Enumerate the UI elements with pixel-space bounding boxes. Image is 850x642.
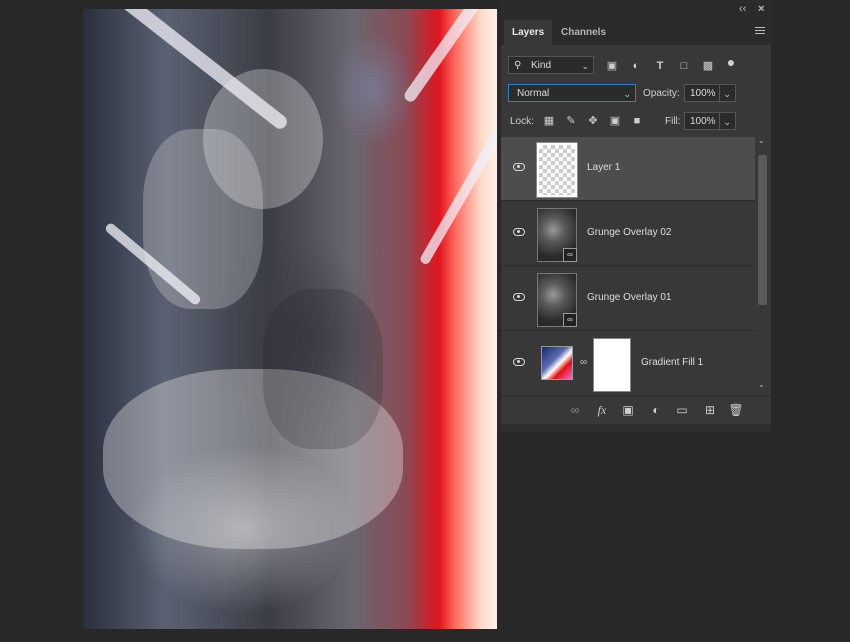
chevron-down-icon[interactable]: ⌄ (719, 85, 731, 103)
lock-position-icon[interactable]: ✥ (586, 114, 600, 128)
smart-object-icon: ∞ (563, 248, 577, 262)
visibility-eye-icon[interactable] (513, 358, 525, 366)
link-layers-icon[interactable]: ∞ (567, 403, 583, 417)
new-layer-icon[interactable]: ⊞ (702, 403, 718, 417)
shape-filter-icon[interactable]: □ (677, 59, 691, 73)
chevron-down-icon: ⌄ (581, 61, 589, 71)
layer-name: Layer 1 (587, 162, 621, 173)
fill-value: 100% (690, 116, 716, 127)
layers-footer: ∞ fx ▣ ◐ ▭ ⊞ 🗑 (501, 396, 771, 425)
layer-name: Grunge Overlay 02 (587, 227, 672, 238)
filter-kind-select[interactable]: ⚲ Kind ⌄ (508, 56, 594, 74)
blend-mode-value: Normal (517, 88, 550, 99)
layer-row[interactable]: ∞ Grunge Overlay 01 (501, 267, 755, 331)
adjustment-layer-icon[interactable]: ◐ (648, 403, 664, 417)
opacity-field[interactable]: 100% ⌄ (684, 84, 736, 103)
panel-menu-icon[interactable] (755, 27, 765, 36)
lock-label: Lock: (510, 116, 534, 127)
lock-all-icon[interactable]: ■ (630, 114, 644, 128)
gradient-fill-thumbnail[interactable] (541, 346, 573, 380)
image-filter-icon[interactable]: ▣ (605, 59, 619, 73)
panel-resize-bar[interactable] (501, 424, 771, 432)
particle-cloud (203, 69, 323, 209)
visibility-eye-icon[interactable] (513, 163, 525, 171)
visibility-eye-icon[interactable] (513, 228, 525, 236)
chevron-down-icon[interactable]: ⌄ (719, 113, 731, 131)
visibility-eye-icon[interactable] (513, 293, 525, 301)
chevron-down-icon: ⌄ (623, 89, 631, 99)
smart-object-icon: ∞ (563, 313, 577, 327)
new-group-icon[interactable]: ▭ (674, 403, 690, 417)
layer-name: Grunge Overlay 01 (587, 292, 672, 303)
layer-row[interactable]: Layer 1 (501, 137, 755, 201)
layer-thumbnail[interactable] (536, 142, 578, 198)
scroll-down-icon[interactable]: ⌄ (758, 380, 765, 389)
fx-icon[interactable]: fx (594, 403, 610, 418)
panel-titlebar: ‹‹ × (501, 0, 771, 20)
tab-channels[interactable]: Channels (553, 20, 614, 45)
layer-row[interactable]: ∞ Grunge Overlay 02 (501, 202, 755, 266)
lock-artboard-icon[interactable]: ▣ (608, 114, 622, 128)
opacity-value: 100% (690, 88, 716, 99)
search-icon: ⚲ (514, 60, 522, 71)
filter-kind-label: Kind (531, 60, 552, 71)
layers-panel: ‹‹ × Layers Channels ⚲ Kind ⌄ ▣ ◐ T □ ▩ … (501, 0, 771, 432)
layer-name: Gradient Fill 1 (641, 357, 704, 368)
fill-label: Fill: (665, 116, 681, 127)
type-filter-icon[interactable]: T (653, 59, 667, 73)
lock-transparent-pixels-icon[interactable]: ▦ (542, 114, 556, 128)
tab-layers[interactable]: Layers (504, 20, 553, 45)
smart-object-filter-icon[interactable]: ▩ (701, 59, 715, 73)
close-panel-icon[interactable]: × (758, 3, 764, 15)
filter-toggle-icon[interactable]: ● (724, 55, 738, 69)
link-icon[interactable]: ∞ (580, 357, 587, 368)
document-canvas[interactable] (83, 9, 497, 629)
fill-field[interactable]: 100% ⌄ (684, 112, 736, 131)
panel-tabs: Layers Channels (501, 20, 771, 45)
lock-image-pixels-icon[interactable]: ✎ (564, 114, 578, 128)
opacity-label: Opacity: (643, 88, 680, 99)
layer-mask-thumbnail[interactable] (593, 338, 631, 392)
add-mask-icon[interactable]: ▣ (620, 403, 636, 417)
light-streak (418, 122, 497, 266)
layer-row[interactable]: ∞ Gradient Fill 1 (501, 332, 755, 395)
adjustment-filter-icon[interactable]: ◐ (629, 59, 643, 73)
light-streak (402, 9, 497, 104)
collapse-panel-icon[interactable]: ‹‹ (739, 3, 746, 15)
layer-list: Layer 1 ∞ Grunge Overlay 02 ∞ Grunge Ove… (501, 137, 755, 395)
delete-layer-icon[interactable]: 🗑 (728, 403, 744, 417)
figure-shadow (263, 289, 383, 449)
blend-mode-select[interactable]: Normal ⌄ (508, 84, 636, 102)
scrollbar-thumb[interactable] (758, 155, 767, 305)
layer-list-scrollbar[interactable]: ⌃ ⌄ (756, 137, 769, 395)
scroll-up-icon[interactable]: ⌃ (758, 140, 765, 149)
